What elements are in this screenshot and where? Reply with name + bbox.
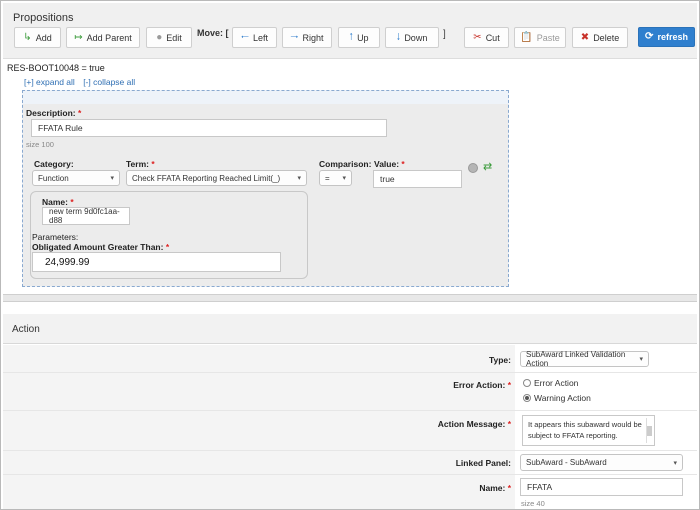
- category-label: Category:: [34, 159, 74, 169]
- paste-button[interactable]: 📋 Paste: [514, 27, 566, 48]
- dropdown-caret-icon: ▾: [639, 356, 643, 363]
- radio-button-selected: [523, 394, 531, 402]
- move-up-button[interactable]: 🠁 Up: [338, 27, 380, 48]
- add-term-icon[interactable]: ⇄: [483, 160, 492, 173]
- move-down-button[interactable]: 🠃 Down: [385, 27, 439, 48]
- propositions-title: Propositions: [13, 12, 74, 24]
- collapse-all-link[interactable]: [-] collapse all: [83, 77, 135, 87]
- proposition-summary: RES-BOOT10048 = true: [7, 63, 105, 73]
- refresh-button[interactable]: ⟳ refresh: [638, 27, 695, 47]
- term-label: Term: *: [126, 159, 155, 169]
- expand-all-link[interactable]: [+] expand all: [24, 77, 75, 87]
- move-left-button[interactable]: 🠀 Left: [232, 27, 277, 48]
- action-message-label: Action Message: *: [437, 419, 511, 429]
- refresh-icon: ⟳: [645, 31, 654, 42]
- arrow-right-icon: 🠂: [290, 31, 299, 43]
- dropdown-caret-icon: ▾: [342, 175, 346, 182]
- action-name-label: Name: *: [479, 483, 511, 493]
- delete-button[interactable]: ✖ Delete: [572, 27, 628, 48]
- paste-icon: 📋: [520, 31, 533, 43]
- linked-panel-row: Linked Panel: SubAward - SubAward ▾: [3, 451, 697, 475]
- add-button[interactable]: ↳ Add: [14, 27, 61, 48]
- page-frame: Propositions ↳ Add ↦ Add Parent ● Edit M…: [0, 0, 700, 510]
- value-label: Value: *: [374, 159, 405, 169]
- radio-button: [523, 379, 531, 387]
- dropdown-caret-icon: ▾: [297, 175, 301, 182]
- term-name-label: Name: *: [42, 197, 74, 207]
- expand-collapse-links: [+] expand all [-] collapse all: [24, 77, 141, 87]
- linked-panel-select[interactable]: SubAward - SubAward ▾: [520, 454, 683, 471]
- term-select[interactable]: Check FFATA Reporting Reached Limit(_) ▾: [126, 170, 307, 186]
- value-input[interactable]: true: [373, 170, 462, 188]
- add-icon: ↳: [23, 31, 32, 43]
- comparison-label: Comparison:: [319, 159, 372, 169]
- move-label: Move: [: [197, 28, 229, 38]
- error-action-label: Error Action: *: [453, 380, 511, 390]
- description-size-note: size 100: [26, 140, 54, 149]
- type-row: Type: SubAward Linked Validation Action ▾: [3, 345, 697, 373]
- textarea-scrollbar[interactable]: [646, 418, 652, 443]
- action-type-select[interactable]: SubAward Linked Validation Action ▾: [520, 350, 649, 368]
- scissors-icon: ✂: [473, 31, 482, 43]
- arrow-up-icon: 🠁: [349, 31, 354, 43]
- delete-term-icon[interactable]: [468, 163, 478, 173]
- dropdown-caret-icon: ▾: [110, 175, 114, 182]
- action-section-header: [3, 314, 697, 344]
- section-divider: [3, 294, 697, 302]
- arrow-left-icon: 🠀: [240, 31, 250, 43]
- error-action-radio[interactable]: Error Action: [523, 378, 578, 388]
- edit-icon: ●: [156, 31, 163, 43]
- category-select[interactable]: Function ▾: [32, 170, 120, 186]
- dropdown-caret-icon: ▾: [673, 459, 677, 467]
- description-input[interactable]: FFATA Rule: [31, 119, 387, 137]
- action-message-row: Action Message: * It appears this subawa…: [3, 411, 697, 451]
- add-parent-icon: ↦: [74, 31, 83, 43]
- action-name-input[interactable]: FFATA: [520, 478, 683, 496]
- description-label: Description: *: [26, 108, 82, 118]
- obligated-amount-label: Obligated Amount Greater Than: *: [32, 242, 170, 252]
- move-right-button[interactable]: 🠂 Right: [282, 27, 332, 48]
- action-message-textarea[interactable]: It appears this subaward would be subjec…: [522, 415, 655, 446]
- comparison-select[interactable]: = ▾: [319, 170, 352, 186]
- action-name-size-note: size 40: [521, 499, 545, 508]
- add-parent-button[interactable]: ↦ Add Parent: [66, 27, 140, 48]
- action-name-row: Name: * FFATA size 40: [3, 475, 697, 509]
- type-label: Type:: [488, 355, 511, 365]
- arrow-down-icon: 🠃: [396, 31, 401, 43]
- action-title: Action: [12, 324, 40, 335]
- cut-button[interactable]: ✂ Cut: [464, 27, 509, 48]
- move-bracket-close: ]: [443, 29, 446, 40]
- term-name-input[interactable]: new term 9d0fc1aa-d88: [42, 207, 130, 225]
- parameters-label: Parameters:: [32, 232, 79, 242]
- error-action-row: Error Action: * Error Action Warning Act…: [3, 373, 697, 411]
- linked-panel-label: Linked Panel:: [455, 458, 511, 468]
- warning-action-radio[interactable]: Warning Action: [523, 393, 591, 403]
- edit-button[interactable]: ● Edit: [146, 27, 192, 48]
- x-icon: ✖: [580, 31, 590, 43]
- obligated-amount-input[interactable]: 24,999.99: [32, 252, 281, 272]
